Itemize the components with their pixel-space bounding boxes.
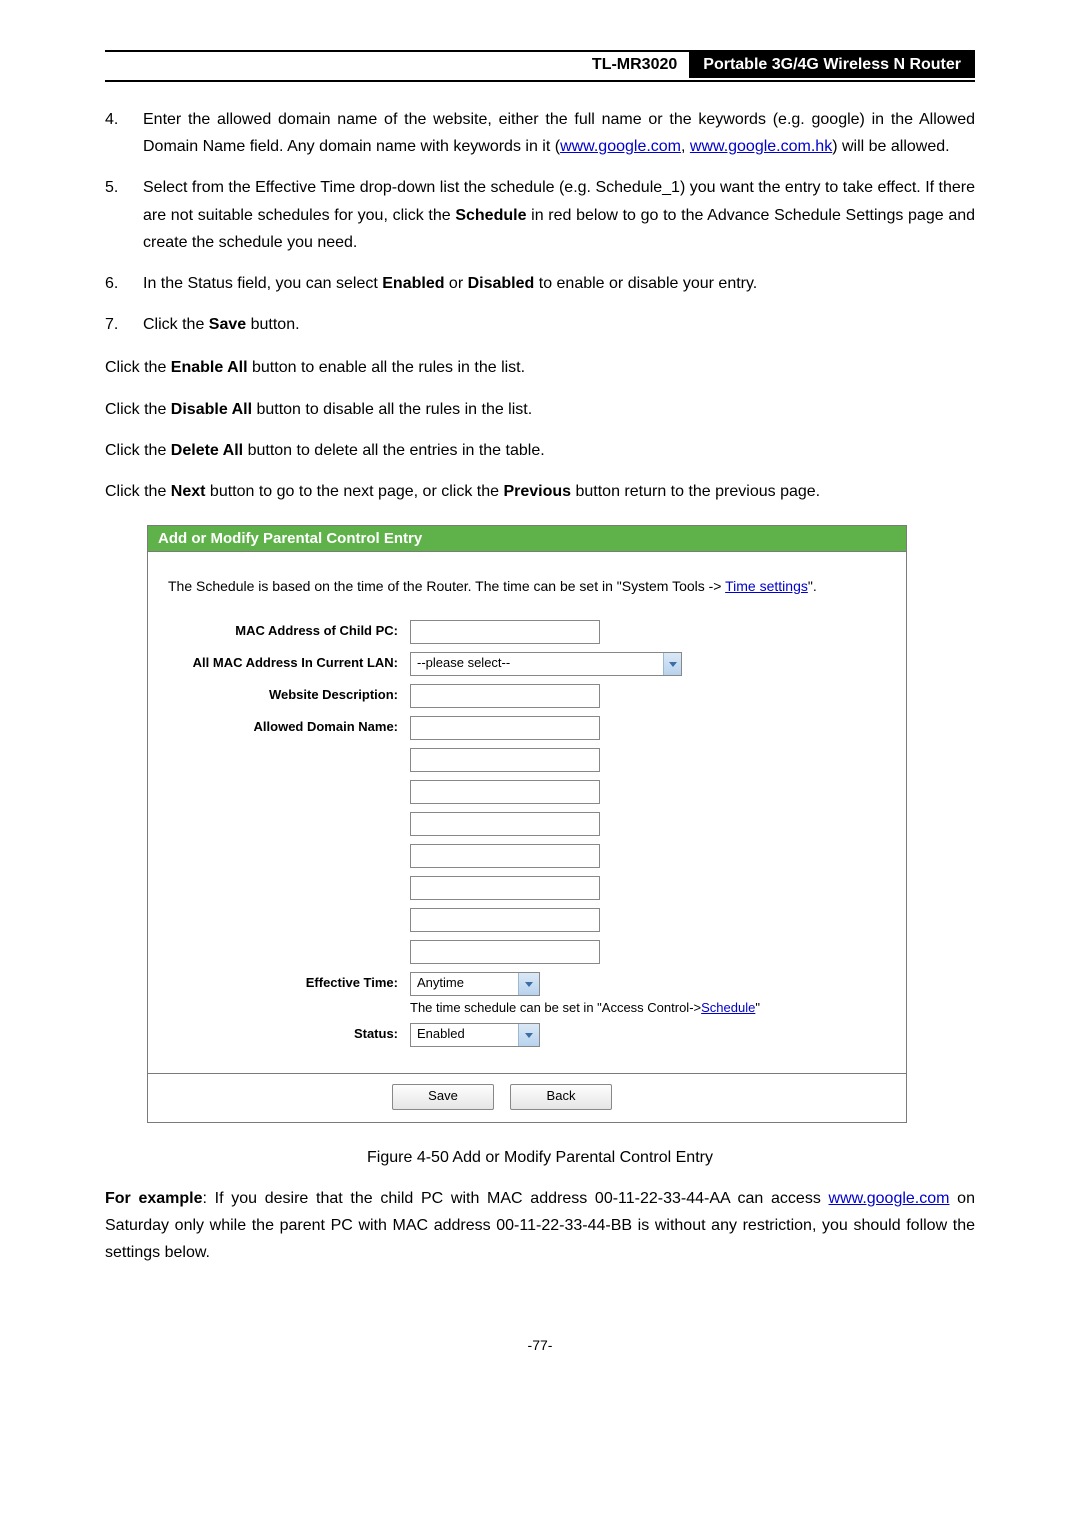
step-text: Enter the allowed domain name of the web… [143, 106, 975, 160]
label-status: Status: [168, 1023, 410, 1041]
mac-input[interactable] [410, 620, 600, 644]
para-next-prev: Click the Next button to go to the next … [105, 478, 975, 505]
link-schedule[interactable]: Schedule [701, 1000, 755, 1015]
back-button[interactable]: Back [510, 1084, 612, 1110]
chevron-down-icon [663, 653, 681, 675]
allmac-select[interactable]: --please select-- [410, 652, 682, 676]
link-time-settings[interactable]: Time settings [725, 578, 808, 594]
example-paragraph: For example: If you desire that the chil… [105, 1185, 975, 1267]
label-desc: Website Description: [168, 684, 410, 702]
step-text: Click the Save button. [143, 311, 975, 338]
save-button[interactable]: Save [392, 1084, 494, 1110]
domain-input-8[interactable] [410, 940, 600, 964]
page-number: -77- [105, 1337, 975, 1353]
domain-input-7[interactable] [410, 908, 600, 932]
domain-input-5[interactable] [410, 844, 600, 868]
header-title: Portable 3G/4G Wireless N Router [689, 52, 975, 78]
link-google-hk[interactable]: www.google.com.hk [690, 138, 832, 155]
header-model: TL-MR3020 [580, 52, 689, 78]
step-number: 4. [105, 106, 143, 160]
label-mac: MAC Address of Child PC: [168, 620, 410, 638]
time-hint: The time schedule can be set in "Access … [410, 1000, 886, 1015]
step-number: 5. [105, 174, 143, 256]
panel-title: Add or Modify Parental Control Entry [148, 526, 906, 552]
domain-input-3[interactable] [410, 780, 600, 804]
description-input[interactable] [410, 684, 600, 708]
effective-time-select[interactable]: Anytime [410, 972, 540, 996]
schedule-note: The Schedule is based on the time of the… [168, 578, 886, 594]
link-google-example[interactable]: www.google.com [829, 1190, 950, 1207]
step-number: 7. [105, 311, 143, 338]
step-text: In the Status field, you can select Enab… [143, 270, 975, 297]
label-time: Effective Time: [168, 972, 410, 990]
instruction-list: 4. Enter the allowed domain name of the … [105, 106, 975, 338]
domain-input-2[interactable] [410, 748, 600, 772]
domain-input-1[interactable] [410, 716, 600, 740]
step-text: Select from the Effective Time drop-down… [143, 174, 975, 256]
chevron-down-icon [518, 973, 539, 995]
figure-panel: Add or Modify Parental Control Entry The… [147, 525, 907, 1123]
chevron-down-icon [518, 1024, 539, 1046]
para-delete-all: Click the Delete All button to delete al… [105, 437, 975, 464]
status-select[interactable]: Enabled [410, 1023, 540, 1047]
para-disable-all: Click the Disable All button to disable … [105, 396, 975, 423]
domain-input-4[interactable] [410, 812, 600, 836]
step-number: 6. [105, 270, 143, 297]
label-allmac: All MAC Address In Current LAN: [168, 652, 410, 670]
link-google[interactable]: www.google.com [560, 138, 681, 155]
label-domain: Allowed Domain Name: [168, 716, 410, 734]
domain-input-6[interactable] [410, 876, 600, 900]
figure-caption: Figure 4-50 Add or Modify Parental Contr… [105, 1149, 975, 1167]
para-enable-all: Click the Enable All button to enable al… [105, 354, 975, 381]
